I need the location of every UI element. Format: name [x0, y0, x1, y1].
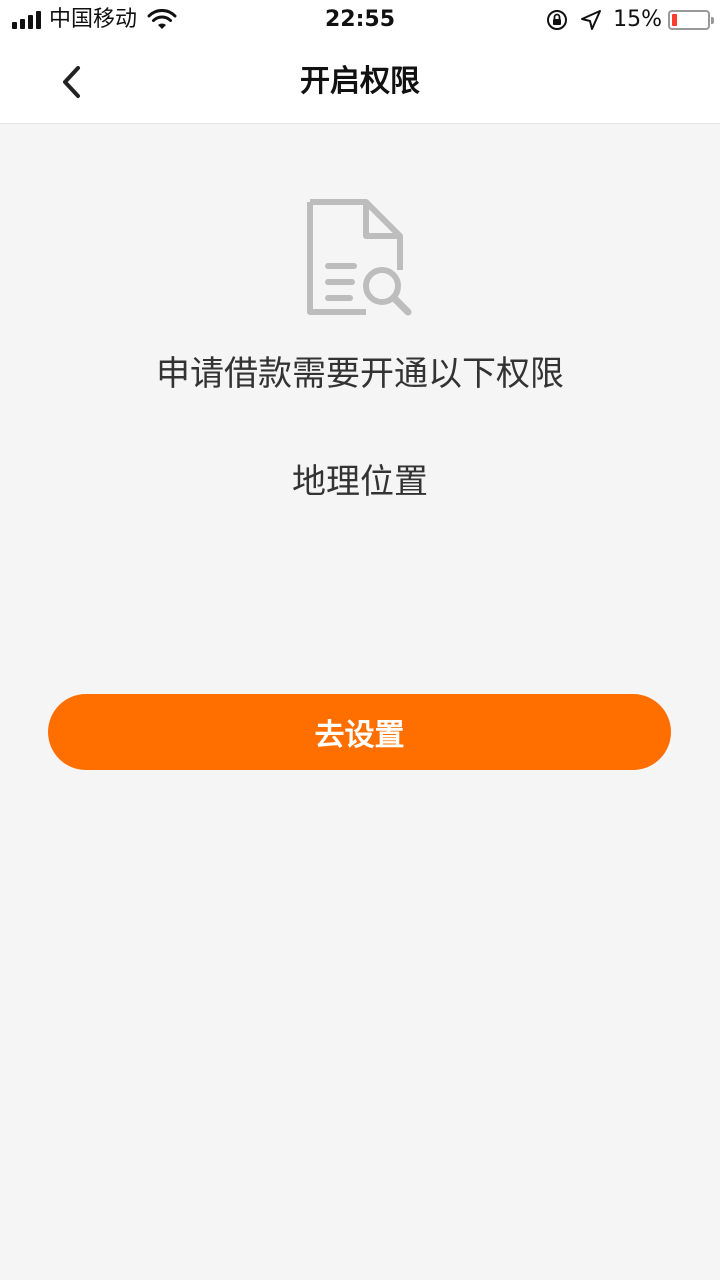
go-to-settings-button[interactable]: 去设置: [48, 694, 671, 770]
location-icon: [581, 10, 602, 30]
battery-tip: [711, 17, 714, 24]
battery-percent: 15%: [613, 7, 662, 32]
document-search-icon: [307, 199, 412, 316]
permission-description: 申请借款需要开通以下权限: [156, 354, 564, 394]
nav-bar: 开启权限: [0, 40, 720, 124]
status-bar: 中国移动 22:55 15%: [0, 0, 720, 40]
status-right: 15%: [545, 6, 714, 34]
orientation-lock-icon: [547, 10, 568, 30]
battery-fill: [672, 14, 677, 26]
page-title: 开启权限: [300, 64, 420, 99]
battery-icon: [668, 10, 714, 30]
permission-screen: 中国移动 22:55 15% 开启权限 申请借款需要开通以下权限 地理位置 去设…: [0, 0, 720, 1280]
permission-item-location: 地理位置: [292, 462, 428, 502]
